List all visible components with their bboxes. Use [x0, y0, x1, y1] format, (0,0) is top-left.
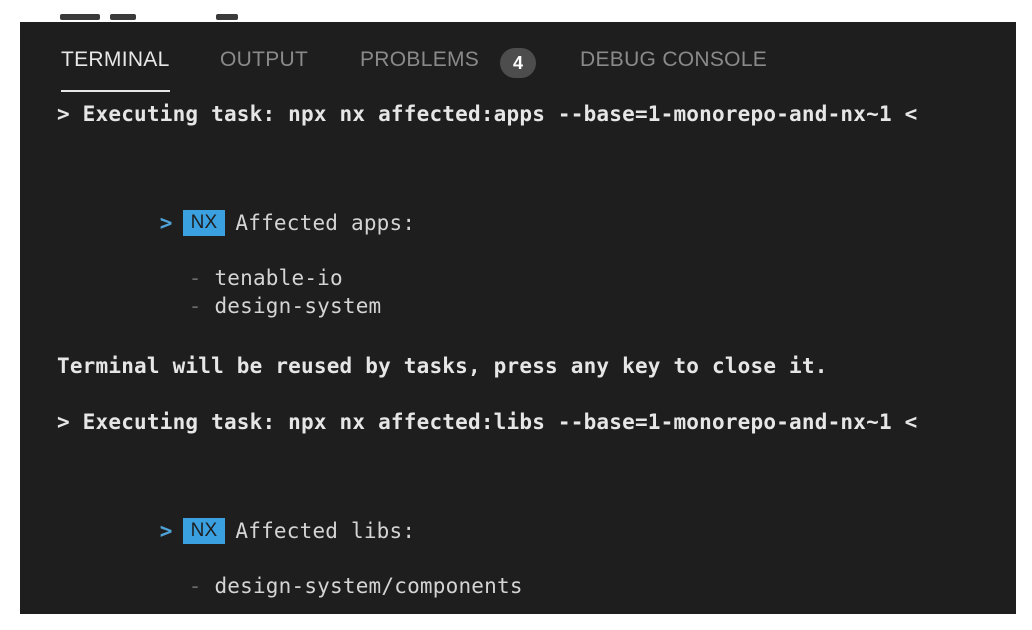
- app-name: design-system: [214, 294, 382, 318]
- task-line-libs: > Executing task: npx nx affected:libs -…: [57, 410, 918, 434]
- prompt-arrow-icon: >: [159, 519, 173, 543]
- cropped-editor-text: [216, 14, 238, 20]
- terminal-output[interactable]: > Executing task: npx nx affected:apps -…: [20, 22, 1016, 614]
- prompt-arrow-icon: >: [159, 211, 173, 235]
- affected-apps-heading: Affected apps:: [235, 211, 416, 235]
- lib-name: design-system/components: [214, 574, 523, 598]
- affected-libs-heading: Affected libs:: [235, 519, 416, 543]
- screenshot-frame: TERMINAL OUTPUT PROBLEMS 4 DEBUG CONSOLE…: [0, 0, 1032, 630]
- reuse-message: Terminal will be reused by tasks, press …: [57, 354, 828, 378]
- task-line-apps: > Executing task: npx nx affected:apps -…: [57, 102, 918, 126]
- terminal-panel: TERMINAL OUTPUT PROBLEMS 4 DEBUG CONSOLE…: [20, 22, 1016, 614]
- nx-badge: NX: [182, 518, 226, 544]
- cropped-editor-text: [110, 14, 136, 20]
- list-item: - design-system: [86, 270, 381, 342]
- cropped-editor-text: [60, 14, 100, 20]
- list-dash: -: [188, 574, 202, 598]
- editor-edge-cropped: [20, 0, 1020, 22]
- list-dash: -: [188, 294, 202, 318]
- list-item: - design-system/components: [86, 550, 523, 614]
- nx-badge: NX: [182, 210, 226, 236]
